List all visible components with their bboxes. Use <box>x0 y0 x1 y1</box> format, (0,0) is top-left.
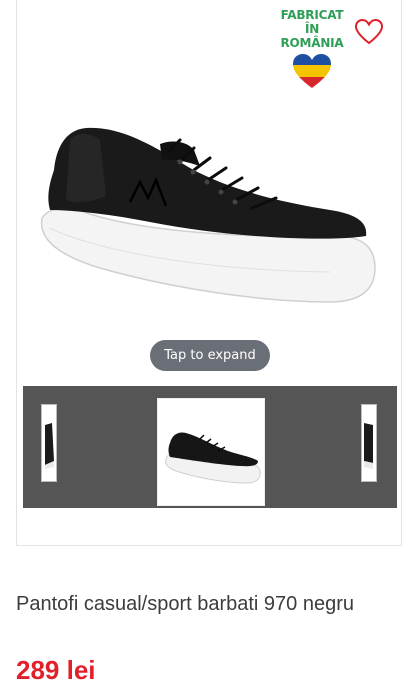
thumbnail-shoe-image <box>364 423 373 469</box>
tap-to-expand-button[interactable]: Tap to expand <box>150 340 270 371</box>
badge-line-1: FABRICAT ÎN <box>280 8 344 36</box>
made-in-romania-badge: FABRICAT ÎN ROMÂNIA <box>272 8 352 89</box>
product-title: Pantofi casual/sport barbati 970 negru <box>16 593 354 616</box>
tap-to-expand-label: Tap to expand <box>164 348 256 363</box>
product-price: 289 lei <box>16 655 96 685</box>
thumbnail-selected[interactable] <box>157 398 265 506</box>
thumbnail-previous[interactable] <box>41 404 57 482</box>
thumbnail-carousel[interactable] <box>23 386 397 508</box>
wishlist-button[interactable] <box>354 18 384 46</box>
heart-outline-icon <box>354 18 384 45</box>
thumbnail-shoe-image <box>165 432 261 484</box>
thumbnail-next[interactable] <box>361 404 377 482</box>
badge-line-2: ROMÂNIA <box>280 36 344 50</box>
product-main-image[interactable] <box>30 110 384 330</box>
thumbnail-shoe-image <box>45 423 54 469</box>
romania-heart-flag-icon <box>293 54 331 88</box>
